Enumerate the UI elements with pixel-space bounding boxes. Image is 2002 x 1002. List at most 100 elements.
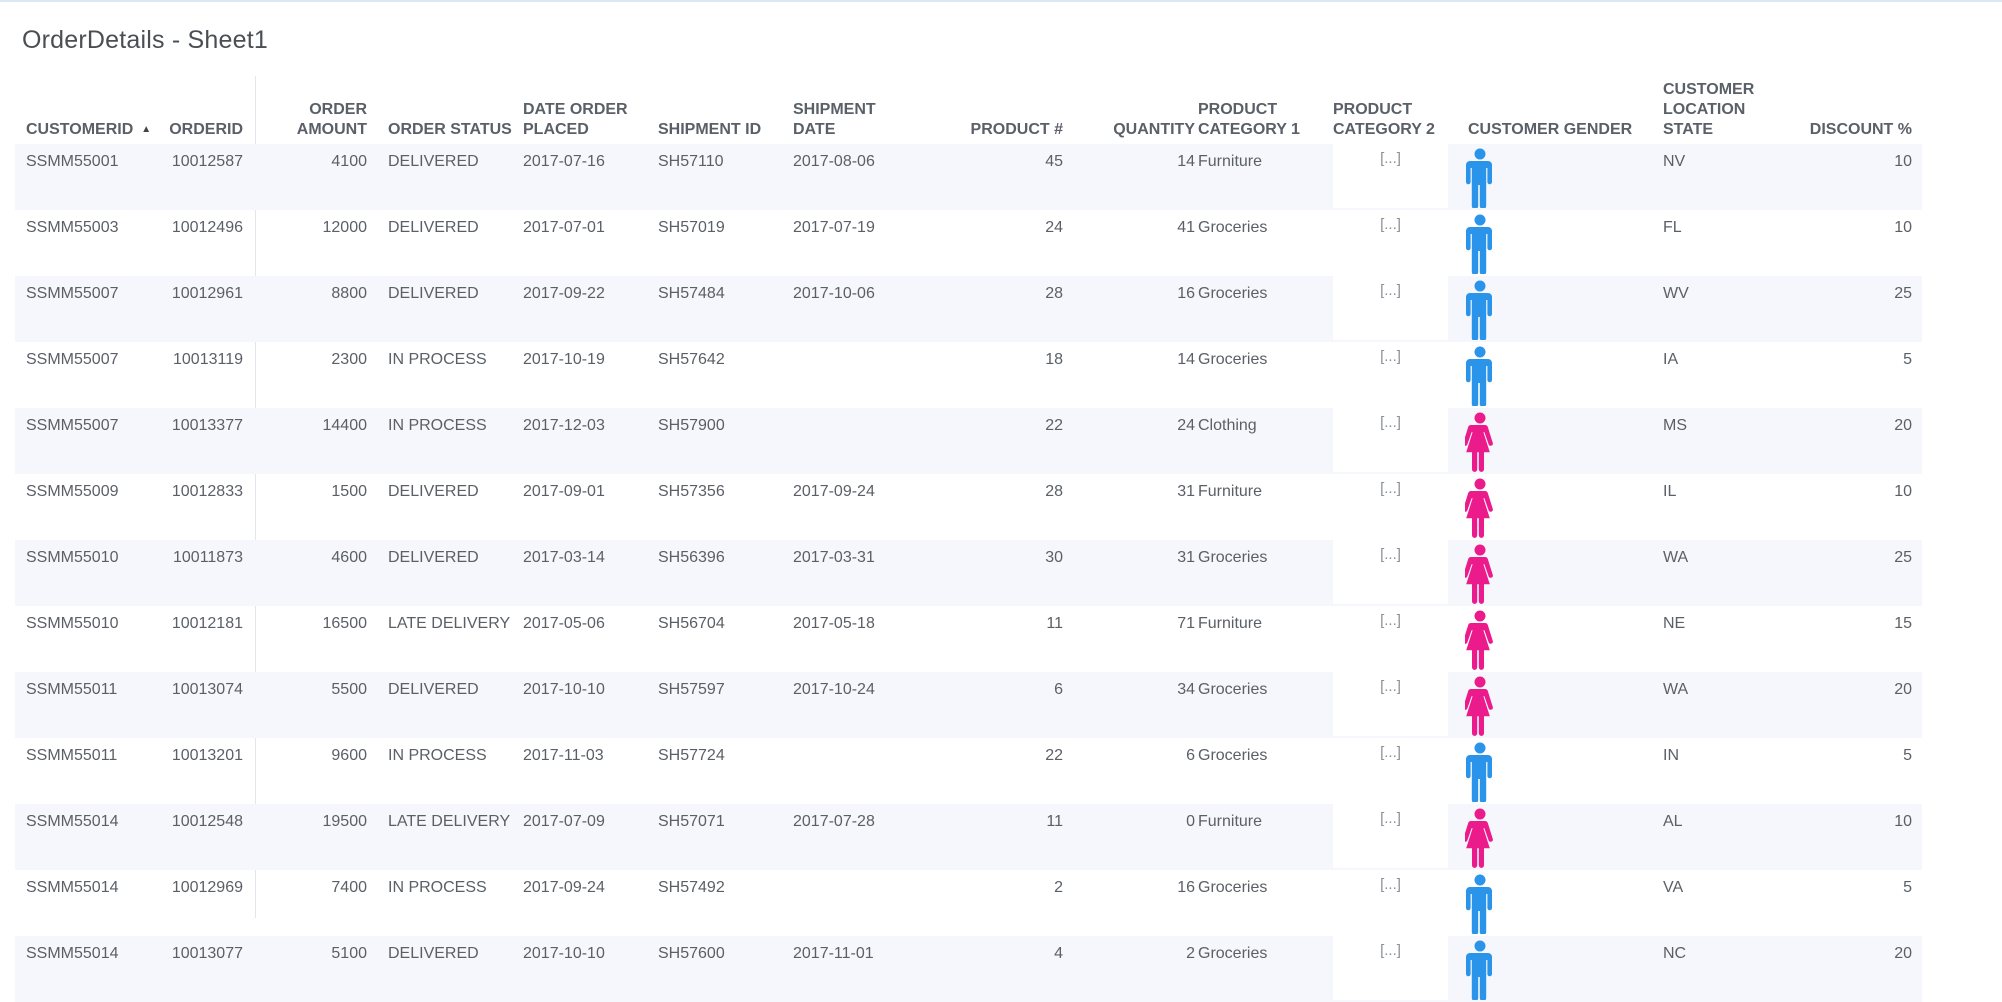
cell-discount: 25 [1894, 285, 1912, 302]
cell-shipment-id: SH57724 [658, 747, 725, 764]
cell-order-status: LATE DELIVERY [388, 615, 511, 632]
cell-product-category-2[interactable]: [...] [1333, 474, 1448, 538]
cell-date-order-placed: 2017-09-01 [523, 483, 605, 500]
cell-order-amount: 9600 [331, 747, 367, 764]
column-header-order-status[interactable]: ORDER STATUS [388, 120, 518, 140]
cell-order-status: DELIVERED [388, 153, 479, 170]
cell-order-status: IN PROCESS [388, 747, 487, 764]
cell-quantity: 24 [1177, 417, 1195, 434]
male-icon [1465, 346, 1505, 406]
data-grid: CUSTOMERID ▲ ORDERID ORDER AMOUNT ORDER S… [15, 76, 1922, 1002]
cell-discount: 5 [1903, 351, 1912, 368]
table-row[interactable]: SSMM55010 10011873 4600 DELIVERED 2017-03-14… [15, 540, 1922, 606]
cell-orderid: 10012587 [171, 153, 243, 170]
column-header-orderid[interactable]: ORDERID [165, 120, 243, 140]
cell-discount: 10 [1894, 153, 1912, 170]
cell-product-num: 22 [1045, 417, 1063, 434]
cell-order-status: DELIVERED [388, 483, 479, 500]
cell-product-category-1: Furniture [1198, 615, 1263, 632]
table-row[interactable]: SSMM55011 10013201 9600 IN PROCESS 2017-11-0… [15, 738, 1922, 804]
cell-customer-location-state: VA [1663, 879, 1684, 896]
cell-shipment-date: 2017-08-06 [793, 153, 875, 170]
cell-shipment-id: SH57492 [658, 879, 725, 896]
cell-product-category-2[interactable]: [...] [1333, 606, 1448, 670]
cell-shipment-id: SH56704 [658, 615, 725, 632]
cell-product-num: 11 [1046, 615, 1063, 632]
cell-orderid: 10012833 [171, 483, 243, 500]
ellipsis-text: [...] [1380, 348, 1401, 365]
cell-product-category-2[interactable]: [...] [1333, 804, 1448, 868]
cell-shipment-id: SH57600 [658, 945, 725, 962]
cell-product-num: 30 [1045, 549, 1063, 566]
cell-shipment-id: SH57642 [658, 351, 725, 368]
cell-product-category-2[interactable]: [...] [1333, 408, 1448, 472]
cell-quantity: 14 [1177, 351, 1195, 368]
cell-customer-location-state: WV [1663, 285, 1689, 302]
column-header-date-order-placed[interactable]: DATE ORDER PLACED [523, 100, 633, 140]
column-header-product-category-1[interactable]: PRODUCT CATEGORY 1 [1198, 100, 1318, 140]
table-row[interactable]: SSMM55007 10013377 14400 IN PROCESS 2017-12-… [15, 408, 1922, 474]
cell-shipment-date: 2017-07-19 [793, 219, 875, 236]
column-header-product-num[interactable]: PRODUCT # [945, 120, 1063, 140]
cell-product-category-2[interactable]: [...] [1333, 342, 1448, 406]
table-row[interactable]: SSMM55001 10012587 4100 DELIVERED 2017-07-16… [15, 144, 1922, 210]
cell-product-category-2[interactable]: [...] [1333, 870, 1448, 934]
cell-shipment-date: 2017-10-06 [793, 285, 875, 302]
column-header-customer-location-state[interactable]: CUSTOMER LOCATION STATE [1663, 80, 1773, 140]
cell-product-category-1: Clothing [1198, 417, 1257, 434]
table-row[interactable]: SSMM55014 10012548 19500 LATE DELIVERY 2017-… [15, 804, 1922, 870]
ellipsis-text: [...] [1380, 876, 1401, 893]
table-row[interactable]: SSMM55011 10013074 5500 DELIVERED 2017-10-10… [15, 672, 1922, 738]
cell-product-category-2[interactable]: [...] [1333, 672, 1448, 736]
table-row[interactable]: SSMM55014 10012969 7400 IN PROCESS 2017-09-2… [15, 870, 1922, 936]
table-row[interactable]: SSMM55010 10012181 16500 LATE DELIVERY 2017-… [15, 606, 1922, 672]
ellipsis-text: [...] [1380, 480, 1401, 497]
cell-customer-location-state: IA [1663, 351, 1679, 368]
cell-product-category-1: Groceries [1198, 285, 1268, 302]
column-header-customer-gender[interactable]: CUSTOMER GENDER [1468, 120, 1638, 140]
cell-discount: 5 [1903, 879, 1912, 896]
cell-discount: 15 [1894, 615, 1912, 632]
cell-product-category-2[interactable]: [...] [1333, 144, 1448, 208]
female-icon [1465, 610, 1505, 670]
cell-product-num: 45 [1045, 153, 1063, 170]
table-row[interactable]: SSMM55014 10013077 5100 DELIVERED 2017-10-10… [15, 936, 1922, 1002]
cell-product-num: 11 [1046, 813, 1063, 830]
cell-product-category-2[interactable]: [...] [1333, 936, 1448, 1000]
column-header-product-category-2[interactable]: PRODUCT CATEGORY 2 [1333, 100, 1453, 140]
cell-order-amount: 4100 [331, 153, 367, 170]
column-header-customerid[interactable]: CUSTOMERID ▲ [26, 120, 166, 140]
cell-customer-location-state: IL [1663, 483, 1677, 500]
cell-order-amount: 19500 [322, 813, 368, 830]
column-header-quantity[interactable]: QUANTITY [1075, 120, 1195, 140]
cell-product-category-1: Furniture [1198, 813, 1263, 830]
column-header-shipment-date[interactable]: SHIPMENT DATE [793, 100, 903, 140]
cell-quantity: 6 [1186, 747, 1195, 764]
column-header-discount[interactable]: DISCOUNT % [1775, 120, 1912, 140]
cell-product-num: 22 [1045, 747, 1063, 764]
cell-orderid: 10012969 [171, 879, 243, 896]
cell-product-category-1: Furniture [1198, 483, 1263, 500]
column-header-order-amount[interactable]: ORDER AMOUNT [275, 100, 367, 140]
cell-orderid: 10013077 [171, 945, 243, 962]
cell-product-category-2[interactable]: [...] [1333, 738, 1448, 802]
table-row[interactable]: SSMM55003 10012496 12000 DELIVERED 2017-07-0… [15, 210, 1922, 276]
column-header-shipment-id[interactable]: SHIPMENT ID [658, 120, 773, 140]
cell-order-amount: 12000 [322, 219, 368, 236]
cell-customer-location-state: WA [1663, 681, 1689, 698]
ellipsis-text: [...] [1380, 282, 1401, 299]
cell-product-category-2[interactable]: [...] [1333, 540, 1448, 604]
sort-ascending-icon[interactable]: ▲ [141, 120, 151, 140]
cell-orderid: 10013074 [171, 681, 243, 698]
cell-shipment-id: SH57110 [658, 153, 724, 170]
cell-product-num: 2 [1054, 879, 1063, 896]
table-row[interactable]: SSMM55009 10012833 1500 DELIVERED 2017-09-01… [15, 474, 1922, 540]
cell-product-category-1: Furniture [1198, 153, 1263, 170]
cell-product-category-2[interactable]: [...] [1333, 210, 1448, 274]
table-row[interactable]: SSMM55007 10012961 8800 DELIVERED 2017-09-22… [15, 276, 1922, 342]
cell-product-category-2[interactable]: [...] [1333, 276, 1448, 340]
cell-order-status: IN PROCESS [388, 417, 487, 434]
table-row[interactable]: SSMM55007 10013119 2300 IN PROCESS 2017-10-1… [15, 342, 1922, 408]
cell-date-order-placed: 2017-07-16 [523, 153, 605, 170]
cell-date-order-placed: 2017-10-10 [523, 681, 605, 698]
